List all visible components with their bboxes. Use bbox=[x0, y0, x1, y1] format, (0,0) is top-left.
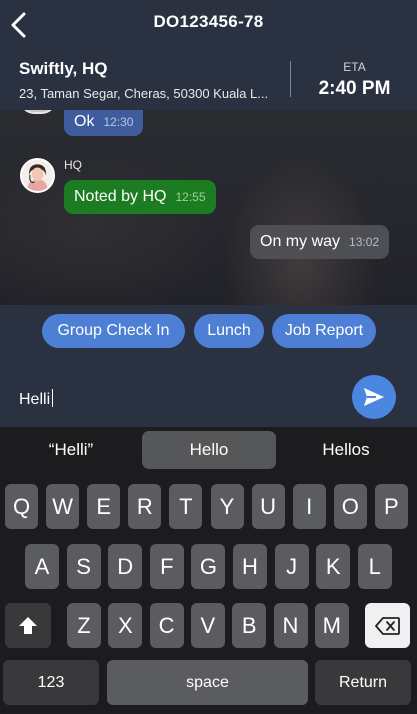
message-composer: Helli bbox=[0, 359, 417, 427]
key-l[interactable]: L bbox=[357, 544, 392, 589]
space-key[interactable]: space bbox=[107, 660, 308, 705]
message-time: 12:30 bbox=[103, 115, 134, 129]
suggestion-literal[interactable]: “Helli” bbox=[14, 431, 128, 469]
backspace-icon bbox=[374, 616, 400, 635]
keyboard: “Helli” Hello Hellos QWERTYUIOP ASDFGHJK… bbox=[0, 427, 417, 714]
quick-reply-group-check-in[interactable]: Group Check In bbox=[42, 314, 185, 348]
suggestion-hellos[interactable]: Hellos bbox=[288, 431, 404, 469]
destination-address: 23, Taman Segar, Cheras, 50300 Kuala L..… bbox=[19, 86, 269, 101]
delete-key[interactable] bbox=[365, 603, 410, 648]
key-s[interactable]: S bbox=[66, 544, 101, 589]
key-c[interactable]: C bbox=[149, 603, 184, 648]
message-bubble[interactable]: Ok 12:30 bbox=[64, 110, 144, 136]
key-j[interactable]: J bbox=[274, 544, 309, 589]
message-time: 12:55 bbox=[175, 190, 206, 204]
key-p[interactable]: P bbox=[374, 484, 408, 529]
key-d[interactable]: D bbox=[108, 544, 143, 589]
header-bar: DO123456-78 Swiftly, HQ 23, Taman Segar,… bbox=[0, 0, 417, 110]
key-o[interactable]: O bbox=[333, 484, 367, 529]
message-input[interactable]: Helli bbox=[19, 389, 54, 409]
header-divider bbox=[290, 61, 291, 97]
key-z[interactable]: Z bbox=[67, 603, 101, 648]
paper-plane-icon bbox=[364, 388, 384, 406]
avatar bbox=[20, 110, 56, 114]
quick-reply-job-report[interactable]: Job Report bbox=[272, 314, 376, 348]
sender-name: HQ bbox=[64, 158, 82, 172]
message-text: On my way bbox=[260, 233, 341, 250]
key-q[interactable]: Q bbox=[5, 484, 38, 529]
key-r[interactable]: R bbox=[128, 484, 162, 529]
key-y[interactable]: Y bbox=[210, 484, 244, 529]
eta-value: 2:40 PM bbox=[318, 78, 391, 99]
key-h[interactable]: H bbox=[233, 544, 267, 589]
key-k[interactable]: K bbox=[316, 544, 351, 589]
key-x[interactable]: X bbox=[108, 603, 143, 648]
message-time: 13:02 bbox=[349, 235, 380, 249]
shift-arrow-icon bbox=[19, 616, 37, 634]
message-bubble[interactable]: Noted by HQ 12:55 bbox=[64, 180, 216, 214]
key-b[interactable]: B bbox=[232, 603, 267, 648]
numbers-key[interactable]: 123 bbox=[3, 660, 99, 705]
message-bubble[interactable]: On my way 13:02 bbox=[250, 225, 390, 259]
message-text: Noted by HQ bbox=[74, 188, 167, 205]
key-n[interactable]: N bbox=[273, 603, 308, 648]
eta-label: ETA bbox=[343, 60, 366, 74]
avatar bbox=[20, 158, 55, 193]
key-u[interactable]: U bbox=[251, 484, 285, 529]
key-a[interactable]: A bbox=[25, 544, 59, 589]
key-m[interactable]: M bbox=[314, 603, 349, 648]
key-w[interactable]: W bbox=[46, 484, 80, 529]
message-input-value: Helli bbox=[19, 391, 51, 408]
key-e[interactable]: E bbox=[87, 484, 121, 529]
text-caret bbox=[52, 389, 54, 407]
quick-reply-bar: Group Check In Lunch Job Report bbox=[0, 305, 417, 359]
key-i[interactable]: I bbox=[292, 484, 326, 529]
destination-name: Swiftly, HQ bbox=[19, 59, 108, 78]
chat-thread[interactable]: Ok 12:30 HQ Noted by HQ 12:55 On my way … bbox=[0, 110, 417, 305]
return-key[interactable]: Return bbox=[315, 660, 411, 705]
send-button[interactable] bbox=[352, 375, 396, 419]
page-title: DO123456-78 bbox=[153, 12, 264, 31]
key-g[interactable]: G bbox=[191, 544, 226, 589]
shift-key[interactable] bbox=[5, 603, 51, 648]
message-text: Ok bbox=[74, 113, 95, 130]
key-v[interactable]: V bbox=[190, 603, 225, 648]
agent-avatar-icon bbox=[22, 160, 53, 191]
key-t[interactable]: T bbox=[169, 484, 203, 529]
key-f[interactable]: F bbox=[149, 544, 184, 589]
quick-reply-lunch[interactable]: Lunch bbox=[194, 314, 264, 348]
suggestion-hello[interactable]: Hello bbox=[142, 431, 276, 469]
